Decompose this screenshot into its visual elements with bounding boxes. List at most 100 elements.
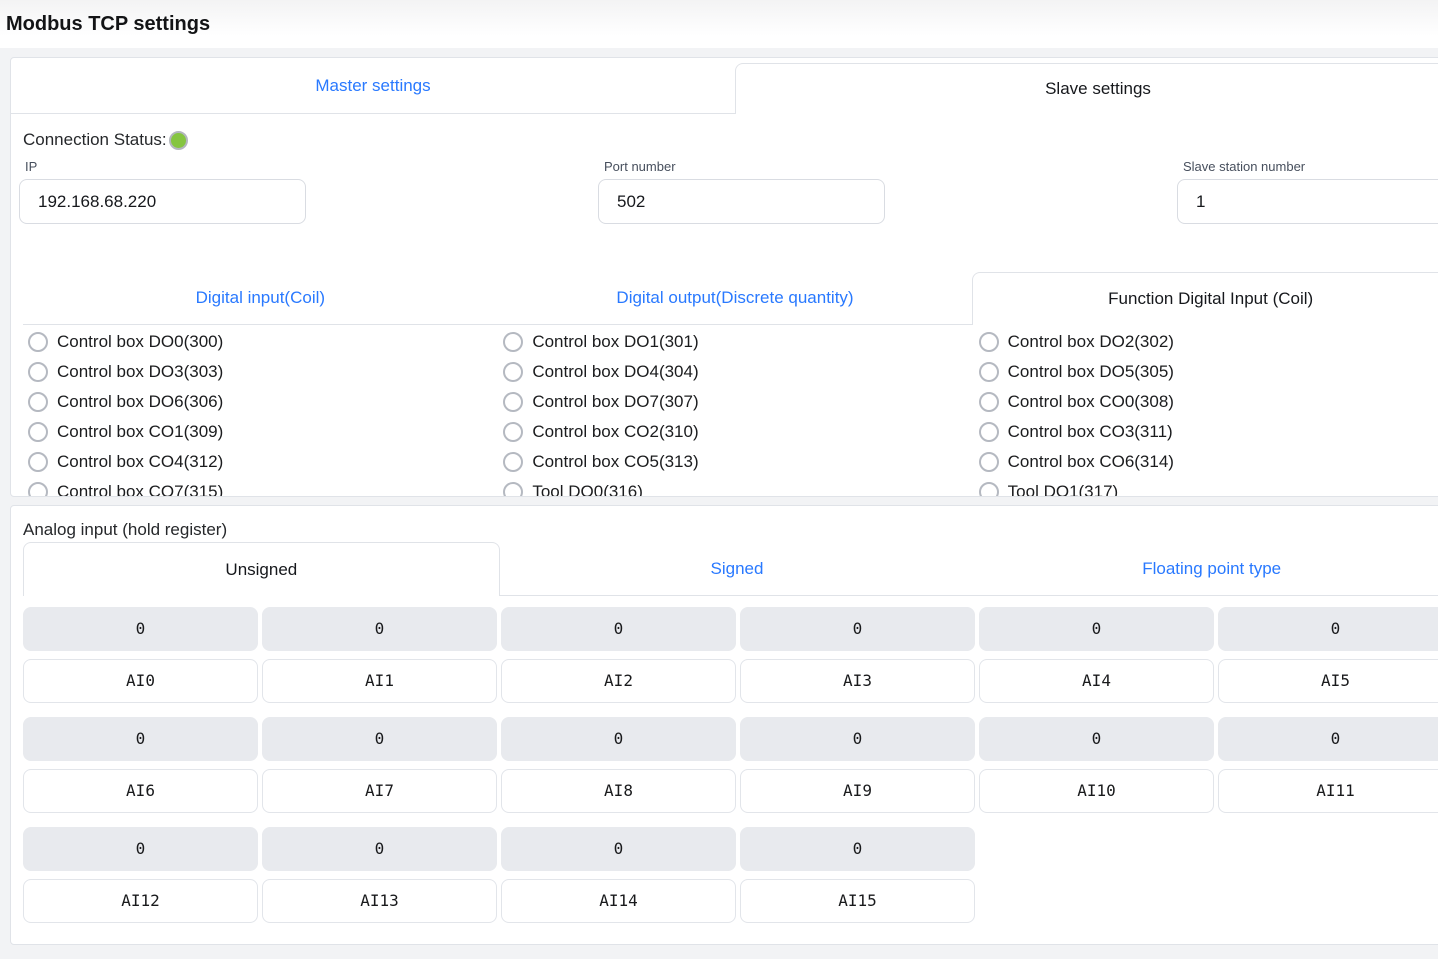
analog-value-cell: 0 bbox=[740, 717, 975, 761]
analog-labels-row: AI0AI1AI2AI3AI4AI5 bbox=[23, 659, 1438, 703]
radio-icon bbox=[503, 332, 523, 352]
radio-row: Control box DO0(300) Control box DO1(301)… bbox=[23, 327, 1438, 357]
analog-label-cell: AI4 bbox=[979, 659, 1214, 703]
radio-option-control-box-do3-303[interactable]: Control box DO3(303) bbox=[23, 357, 498, 387]
tab-signed[interactable]: Signed bbox=[500, 542, 975, 595]
radio-icon bbox=[28, 332, 48, 352]
analog-label-cell: AI12 bbox=[23, 879, 258, 923]
analog-label-cell: AI8 bbox=[501, 769, 736, 813]
radio-icon bbox=[979, 452, 999, 472]
tab-function-digital-input-coil[interactable]: Function Digital Input (Coil) bbox=[972, 272, 1438, 325]
page-header: Modbus TCP settings bbox=[0, 0, 1438, 48]
tab-digital-output-discrete-quantity[interactable]: Digital output(Discrete quantity) bbox=[498, 272, 973, 324]
analog-input-header: Analog input (hold register) bbox=[23, 520, 1438, 540]
radio-option-control-box-do2-302[interactable]: Control box DO2(302) bbox=[974, 327, 1438, 357]
slave-station-number-input[interactable] bbox=[1177, 179, 1438, 224]
analog-label-cell: AI15 bbox=[740, 879, 975, 923]
analog-grid-row-pair: 0000AI12AI13AI14AI15 bbox=[23, 827, 1438, 923]
ip-label: IP bbox=[25, 159, 307, 174]
radio-option-label: Control box CO5(313) bbox=[532, 452, 698, 472]
radio-option-label: Control box DO2(302) bbox=[1008, 332, 1174, 352]
radio-option-control-box-co3-311[interactable]: Control box CO3(311) bbox=[974, 417, 1438, 447]
tab-label: Digital output(Discrete quantity) bbox=[616, 288, 853, 308]
analog-register-grid: 000000AI0AI1AI2AI3AI4AI5000000AI6AI7AI8A… bbox=[23, 607, 1438, 923]
ip-input[interactable] bbox=[19, 179, 306, 224]
radio-option-label: Control box CO4(312) bbox=[57, 452, 223, 472]
tab-master-settings[interactable]: Master settings bbox=[11, 58, 735, 113]
slave-station-number-label: Slave station number bbox=[1183, 159, 1438, 174]
radio-option-control-box-co6-314[interactable]: Control box CO6(314) bbox=[974, 447, 1438, 477]
analog-values-row: 000000 bbox=[23, 607, 1438, 651]
tab-floating-point-type[interactable]: Floating point type bbox=[974, 542, 1438, 595]
radio-option-label: Control box DO5(305) bbox=[1008, 362, 1174, 382]
radio-option-control-box-do0-300[interactable]: Control box DO0(300) bbox=[23, 327, 498, 357]
analog-value-cell: 0 bbox=[262, 717, 497, 761]
radio-icon bbox=[28, 482, 48, 497]
analog-value-cell: 0 bbox=[979, 717, 1214, 761]
radio-option-label: Control box DO0(300) bbox=[57, 332, 223, 352]
radio-option-label: Tool DO1(317) bbox=[1008, 482, 1119, 497]
radio-icon bbox=[28, 452, 48, 472]
analog-value-cell: 0 bbox=[740, 827, 975, 871]
radio-icon bbox=[979, 482, 999, 497]
tab-label: Digital input(Coil) bbox=[196, 288, 325, 308]
analog-values-row: 000000 bbox=[23, 717, 1438, 761]
radio-icon bbox=[503, 422, 523, 442]
radio-option-label: Control box CO1(309) bbox=[57, 422, 223, 442]
radio-icon bbox=[979, 392, 999, 412]
radio-option-label: Control box CO6(314) bbox=[1008, 452, 1174, 472]
analog-label-cell: AI0 bbox=[23, 659, 258, 703]
analog-label-cell: AI7 bbox=[262, 769, 497, 813]
radio-option-control-box-do4-304[interactable]: Control box DO4(304) bbox=[498, 357, 973, 387]
radio-option-control-box-co1-309[interactable]: Control box CO1(309) bbox=[23, 417, 498, 447]
radio-option-label: Control box DO6(306) bbox=[57, 392, 223, 412]
radio-option-label: Control box DO4(304) bbox=[532, 362, 698, 382]
radio-icon bbox=[503, 362, 523, 382]
radio-option-label: Tool DO0(316) bbox=[532, 482, 643, 497]
radio-icon bbox=[979, 422, 999, 442]
tab-label: Signed bbox=[711, 559, 764, 579]
radio-option-control-box-co0-308[interactable]: Control box CO0(308) bbox=[974, 387, 1438, 417]
radio-option-label: Control box CO2(310) bbox=[532, 422, 698, 442]
analog-value-cell: 0 bbox=[23, 607, 258, 651]
tab-label: Unsigned bbox=[225, 560, 297, 580]
radio-icon bbox=[503, 482, 523, 497]
radio-option-control-box-co4-312[interactable]: Control box CO4(312) bbox=[23, 447, 498, 477]
analog-label-cell: AI3 bbox=[740, 659, 975, 703]
digital-io-tabs: Digital input(Coil) Digital output(Discre… bbox=[23, 272, 1438, 325]
analog-labels-row: AI6AI7AI8AI9AI10AI11 bbox=[23, 769, 1438, 813]
connection-status-row: Connection Status: bbox=[23, 130, 1438, 150]
radio-option-tool-do0-316[interactable]: Tool DO0(316) bbox=[498, 477, 973, 497]
analog-value-cell: 0 bbox=[501, 827, 736, 871]
analog-value-cell: 0 bbox=[501, 717, 736, 761]
port-field-group: Port number bbox=[598, 159, 886, 224]
radio-option-control-box-do7-307[interactable]: Control box DO7(307) bbox=[498, 387, 973, 417]
port-number-input[interactable] bbox=[598, 179, 885, 224]
radio-option-control-box-do6-306[interactable]: Control box DO6(306) bbox=[23, 387, 498, 417]
analog-value-cell: 0 bbox=[501, 607, 736, 651]
analog-value-cell: 0 bbox=[23, 827, 258, 871]
analog-label-cell: AI13 bbox=[262, 879, 497, 923]
radio-option-tool-do1-317[interactable]: Tool DO1(317) bbox=[974, 477, 1438, 497]
slave-station-field-group: Slave station number bbox=[1177, 159, 1438, 224]
analog-value-cell: 0 bbox=[262, 827, 497, 871]
radio-icon bbox=[28, 392, 48, 412]
radio-icon bbox=[28, 422, 48, 442]
radio-option-control-box-co5-313[interactable]: Control box CO5(313) bbox=[498, 447, 973, 477]
radio-option-control-box-co7-315[interactable]: Control box CO7(315) bbox=[23, 477, 498, 497]
radio-row: Control box CO7(315) Tool DO0(316) Tool DO… bbox=[23, 477, 1438, 497]
radio-option-control-box-do1-301[interactable]: Control box DO1(301) bbox=[498, 327, 973, 357]
radio-row: Control box DO6(306) Control box DO7(307)… bbox=[23, 387, 1438, 417]
radio-option-control-box-co2-310[interactable]: Control box CO2(310) bbox=[498, 417, 973, 447]
tab-digital-input-coil[interactable]: Digital input(Coil) bbox=[23, 272, 498, 324]
connection-status-dot bbox=[169, 131, 188, 150]
radio-option-label: Control box DO1(301) bbox=[532, 332, 698, 352]
radio-icon bbox=[503, 452, 523, 472]
tab-label: Floating point type bbox=[1142, 559, 1281, 579]
tab-slave-settings[interactable]: Slave settings bbox=[735, 63, 1438, 114]
radio-option-label: Control box DO7(307) bbox=[532, 392, 698, 412]
radio-option-control-box-do5-305[interactable]: Control box DO5(305) bbox=[974, 357, 1438, 387]
radio-icon bbox=[503, 392, 523, 412]
tab-unsigned[interactable]: Unsigned bbox=[23, 542, 500, 596]
radio-option-label: Control box DO3(303) bbox=[57, 362, 223, 382]
